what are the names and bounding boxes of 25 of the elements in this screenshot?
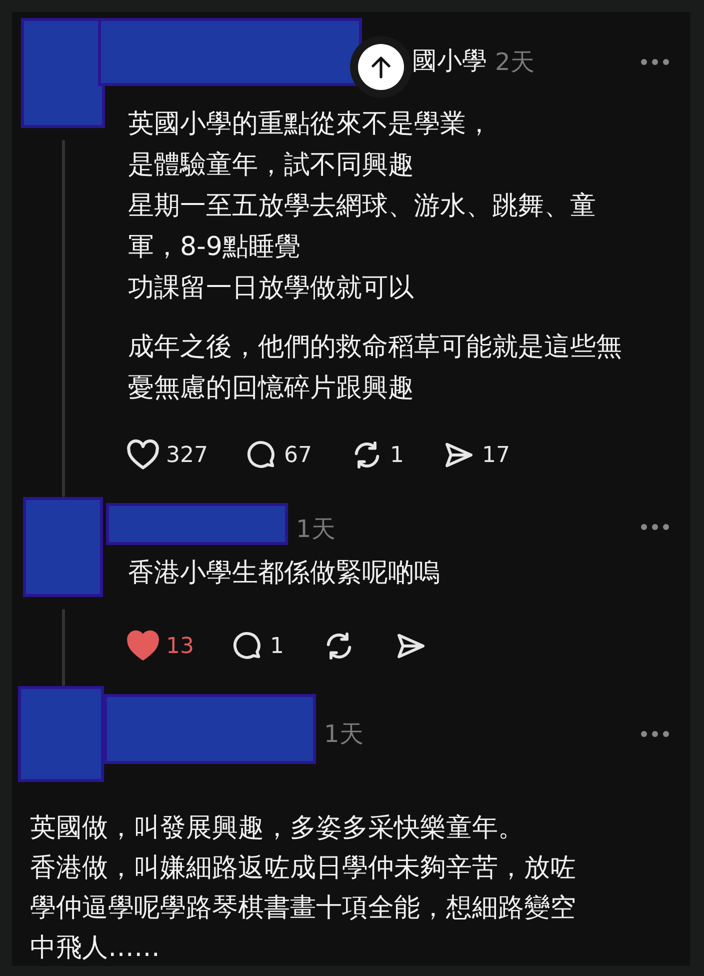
arrow-up-icon	[370, 55, 392, 79]
post-text: 是體驗童年，試不同興趣	[128, 149, 415, 182]
scroll-up-button[interactable]	[358, 44, 404, 90]
repost-button[interactable]: 1	[350, 439, 404, 471]
more-icon[interactable]	[640, 58, 670, 66]
post-time: 1天	[324, 719, 364, 750]
like-button[interactable]: 13	[126, 630, 194, 662]
post-text: 星期一至五放學去網球、游水、跳舞、童軍，8-9點睡覺	[128, 190, 597, 264]
author-name[interactable]: 國小學	[412, 44, 487, 77]
reply-button[interactable]: 1	[232, 630, 284, 662]
post-time: 1天	[296, 514, 336, 545]
reply-button[interactable]: 67	[246, 439, 312, 471]
more-icon[interactable]	[640, 730, 670, 738]
like-button[interactable]: 327	[126, 439, 208, 471]
heart-icon	[126, 630, 160, 662]
post-time: 2天	[495, 47, 534, 78]
post-text: 英國小學的重點從來不是學業，	[128, 108, 493, 141]
post-text: 英國做，叫發展興趣，多姿多采快樂童年。	[30, 812, 525, 845]
post-text: 成年之後，他們的救命稻草可能就是這些無憂無慮的回憶碎片跟興趣	[128, 331, 623, 405]
share-button[interactable]: 17	[442, 439, 510, 471]
post-text: 香港做，叫嫌細路返咗成日學仲未夠辛苦，放咗學仲逼學呢學路琴棋書畫十項全能，想細路變空中飛人……	[30, 852, 577, 965]
heart-icon	[126, 439, 160, 471]
post-text: 香港小學生都係做緊呢啲嗚	[128, 557, 441, 590]
more-icon[interactable]	[640, 523, 670, 531]
post-text: 功課留一日放學做就可以	[128, 272, 415, 305]
